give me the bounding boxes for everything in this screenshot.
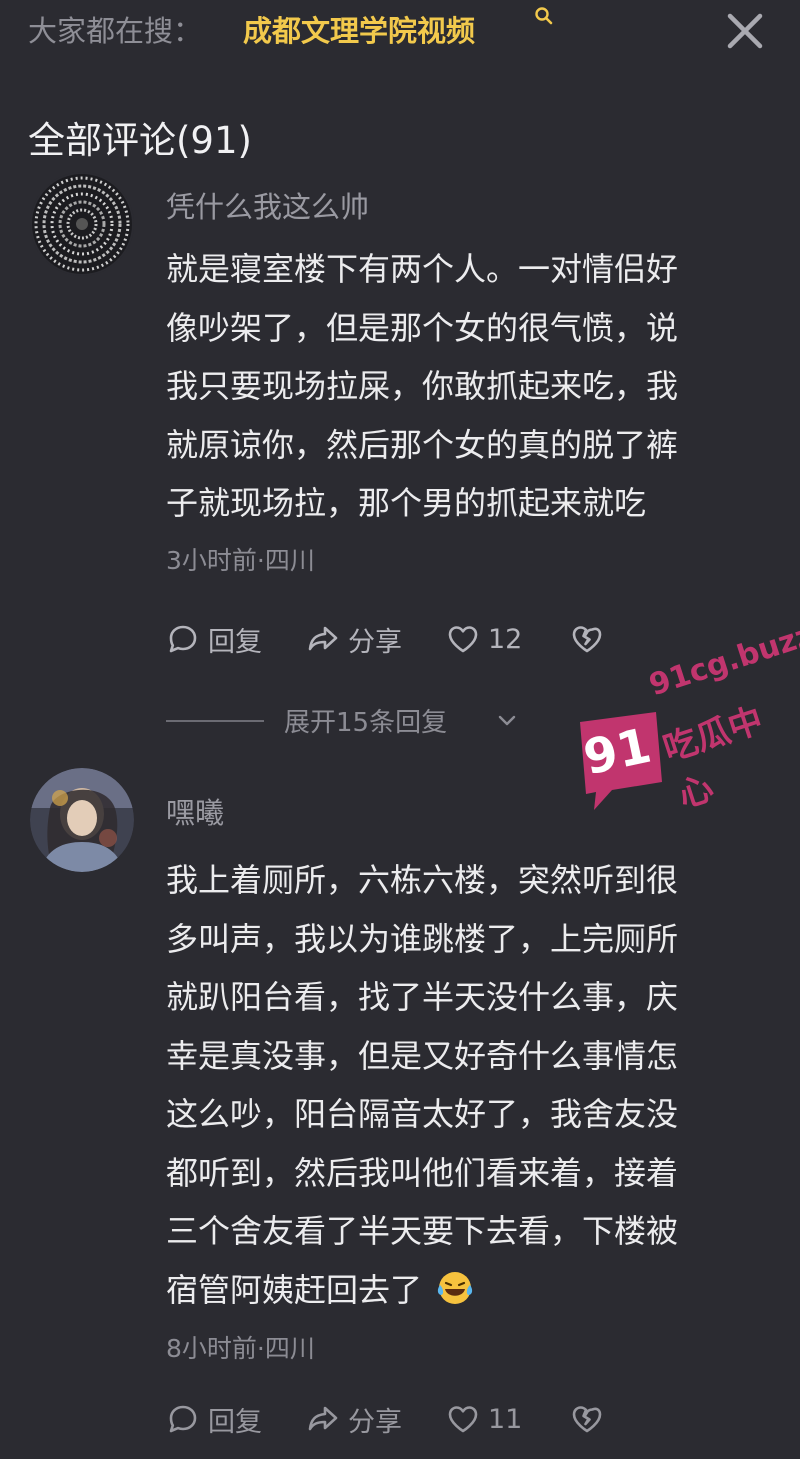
reply-button[interactable]: 回复 (166, 1397, 262, 1441)
watermark-name: 吃瓜中心 (658, 700, 768, 817)
watermark-domain: 91cg.buzz (645, 617, 800, 704)
laughing-tears-emoji-icon (438, 1271, 473, 1304)
comment-text-line: 子就现场拉，那个男的抓起来就吃 (166, 484, 647, 522)
comment-text-line: 多叫声，我以为谁跳楼了，上完厕所 (166, 919, 679, 958)
heart-icon (448, 626, 478, 653)
comment-actions: 回复 分享 12 (166, 617, 636, 661)
share-icon (308, 626, 338, 651)
comment-text-line: 都听到，然后我叫他们看来着，接着 (166, 1153, 679, 1192)
comment-text-line: 就原谅你，然后那个女的真的脱了裤 (166, 425, 679, 464)
search-suggestion-bar[interactable]: 大家都在搜： 成都文理学院视频 (0, 0, 800, 60)
divider-line (166, 720, 264, 722)
expand-replies-label: 展开15条回复 (284, 708, 448, 738)
share-label: 分享 (348, 1406, 402, 1438)
comment-text-line: 就趴阳台看，找了半天没什么事，庆 (166, 978, 679, 1016)
comment-meta: 3小时前·四川 (166, 546, 315, 575)
comment-username[interactable]: 嘿曦 (166, 790, 224, 832)
share-label: 分享 (348, 626, 402, 658)
share-button[interactable]: 分享 (306, 617, 402, 661)
dislike-button[interactable] (570, 1397, 604, 1441)
heart-icon (448, 1406, 478, 1433)
comment-text-line: 这么吵，阳台隔音太好了，我舍友没 (166, 1095, 679, 1133)
search-keyword-link[interactable]: 成都文理学院视频 (243, 8, 475, 50)
comment-text-line: 我只要现场拉屎，你敢抓起来吃，我 (166, 367, 679, 405)
like-count: 12 (488, 623, 523, 655)
comment-meta: 8小时前·四川 (166, 1334, 315, 1363)
reply-button[interactable]: 回复 (166, 617, 262, 661)
like-button[interactable]: 11 (446, 1397, 522, 1441)
comment-text-line: 我上着厕所，六栋六楼，突然听到很 (166, 861, 679, 899)
close-icon[interactable] (722, 8, 768, 54)
comment-text: 就是寝室楼下有两个人。一对情侣好 像吵架了，但是那个女的很气愤，说 我只要现场拉… (166, 240, 756, 533)
search-icon (535, 7, 553, 25)
avatar[interactable] (30, 172, 134, 276)
comment-actions: 回复 分享 11 (166, 1397, 636, 1441)
comment-text-line: 宿管阿姨赶回去了 (166, 1270, 423, 1309)
reply-label: 回复 (208, 626, 262, 658)
comment-text-line: 就是寝室楼下有两个人。一对情侣好 (166, 250, 679, 288)
like-count: 11 (488, 1403, 523, 1435)
broken-heart-icon (572, 1406, 602, 1433)
watermark: 91 91cg.buzz 吃瓜中心 (570, 617, 800, 830)
like-button[interactable]: 12 (446, 617, 522, 661)
comment-text: 我上着厕所，六栋六楼，突然听到很 多叫声，我以为谁跳楼了，上完厕所 就趴阳台看，… (166, 851, 756, 1319)
reply-icon (169, 1405, 197, 1433)
comment-text-line: 幸是真没事，但是又好奇什么事情怎 (166, 1036, 679, 1075)
reply-icon (169, 625, 197, 653)
share-button[interactable]: 分享 (306, 1397, 402, 1441)
chevron-down-icon (498, 715, 516, 726)
avatar[interactable] (30, 768, 134, 872)
comments-header-title: 全部评论(91) (28, 119, 252, 162)
comment-username[interactable]: 凭什么我这么帅 (166, 184, 369, 226)
share-icon (308, 1406, 338, 1431)
comment-text-line: 三个舍友看了半天要下去看，下楼被 (166, 1212, 679, 1250)
expand-replies-button[interactable]: 展开15条回复 (166, 700, 566, 740)
comment-text-line: 像吵架了，但是那个女的很气愤，说 (166, 308, 679, 347)
reply-label: 回复 (208, 1406, 262, 1438)
search-prefix-label: 大家都在搜： (28, 14, 203, 48)
